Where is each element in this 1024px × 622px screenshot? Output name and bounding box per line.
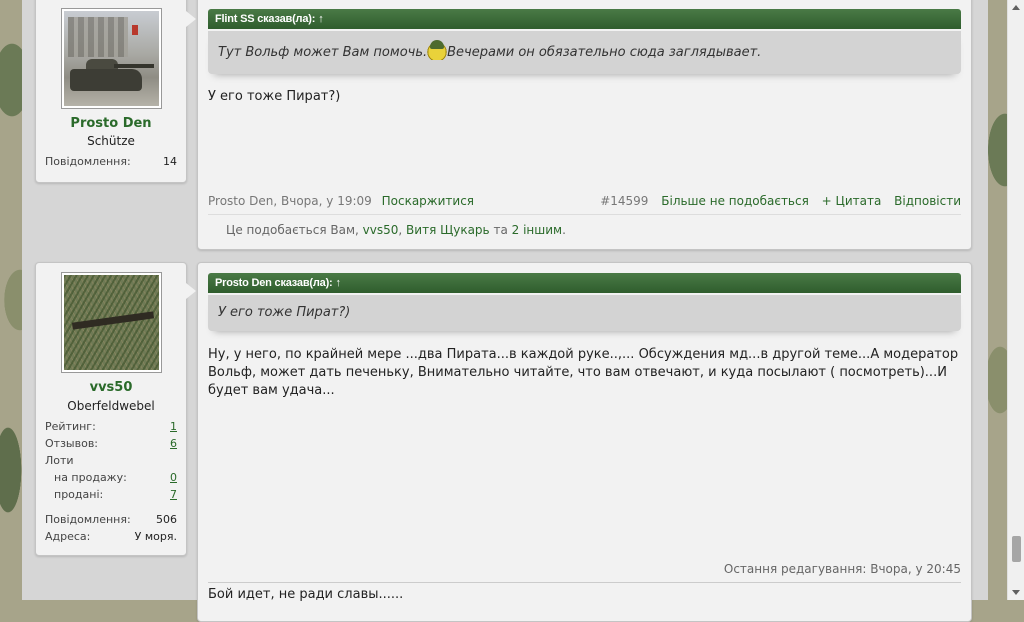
- stat-messages: Повідомлення: 506: [45, 513, 177, 526]
- rating-link[interactable]: 1: [170, 420, 177, 433]
- likes-others-link[interactable]: 2 іншим: [512, 223, 562, 237]
- scroll-down-icon[interactable]: [1012, 590, 1020, 595]
- reviews-link[interactable]: 6: [170, 437, 177, 450]
- user-rank: Schütze: [87, 134, 135, 148]
- user-card-prosto-den: Prosto Den Schütze Повідомлення: 14: [35, 0, 196, 183]
- stat-label: Повідомлення:: [45, 155, 131, 168]
- quote-header[interactable]: Prosto Den сказав(ла): ↑: [208, 273, 961, 293]
- avatar[interactable]: [61, 8, 162, 109]
- stat-label: Отзывов:: [45, 437, 99, 450]
- camo-rifle-avatar-image: [64, 275, 159, 370]
- post-message: Ну, у него, по крайней мере ...два Пират…: [208, 347, 959, 398]
- stat-label: Рейтинг:: [45, 420, 96, 433]
- stat-rating: Рейтинг: 1: [45, 420, 177, 433]
- post-author-date[interactable]: Prosto Den, Вчора, у 19:09: [208, 194, 372, 208]
- stat-lots: Лоти: [45, 454, 177, 467]
- stat-value: У моря.: [134, 530, 177, 543]
- stat-value: 14: [163, 155, 177, 168]
- last-edited-note: Остання редагування: Вчора, у 20:45: [723, 562, 961, 576]
- user-signature: Бой идет, не ради славы......: [208, 582, 961, 602]
- quote-body: Тут Вольф может Вам помочь. Вечерами он о…: [208, 31, 961, 74]
- likes-suffix: .: [562, 223, 566, 237]
- avatar[interactable]: [61, 272, 162, 373]
- post-meta: Prosto Den, Вчора, у 19:09 Поскаржитися …: [208, 194, 961, 208]
- stat-label: Адреса:: [45, 530, 91, 543]
- quote-header[interactable]: Flint SS сказав(ла): ↑: [208, 9, 961, 29]
- quote-author: Flint SS сказав(ла):: [215, 13, 316, 25]
- likes-summary: Це подобається Вам, vvs50, Витя Щукарь т…: [208, 214, 961, 245]
- stat-on-sale: на продажу: 0: [54, 471, 177, 484]
- scroll-up-icon[interactable]: [1012, 5, 1020, 10]
- like-user-vvs50[interactable]: vvs50: [363, 223, 399, 237]
- post-14599: Flint SS сказав(ла): ↑ Тут Вольф может Ва…: [197, 0, 972, 250]
- card-pointer: [186, 283, 196, 299]
- tank-avatar-image: [64, 11, 159, 106]
- page-scrollbar[interactable]: [1007, 0, 1024, 600]
- likes-middle: та: [493, 223, 508, 237]
- quote-text-2: Вечерами он обязательно сюда заглядывает…: [447, 45, 762, 60]
- post-number-link[interactable]: #14599: [600, 194, 648, 208]
- reply-link[interactable]: Відповісти: [894, 194, 961, 208]
- quote-text: У его тоже Пират?): [218, 305, 351, 320]
- report-link[interactable]: Поскаржитися: [382, 194, 474, 208]
- user-rank: Oberfeldwebel: [67, 399, 155, 413]
- sold-link[interactable]: 7: [170, 488, 177, 501]
- stat-reviews: Отзывов: 6: [45, 437, 177, 450]
- jump-to-quote-icon[interactable]: ↑: [318, 13, 324, 25]
- stat-label: на продажу:: [54, 471, 127, 484]
- quote-text-1: Тут Вольф может Вам помочь.: [218, 45, 428, 60]
- post-message: У его тоже Пират?): [208, 89, 341, 104]
- quote-link[interactable]: + Цитата: [822, 194, 882, 208]
- username-link[interactable]: vvs50: [36, 380, 186, 395]
- soldier-smiley-icon: [427, 40, 448, 60]
- on-sale-link[interactable]: 0: [170, 471, 177, 484]
- jump-to-quote-icon[interactable]: ↑: [336, 277, 342, 289]
- quote-body: У его тоже Пират?): [208, 295, 961, 331]
- scroll-thumb[interactable]: [1012, 536, 1021, 562]
- stat-sold: продані: 7: [54, 488, 177, 501]
- likes-prefix: Це подобається Вам,: [226, 223, 359, 237]
- quote-author: Prosto Den сказав(ла):: [215, 277, 333, 289]
- user-card-vvs50: vvs50 Oberfeldwebel Рейтинг: 1 Отзывов: …: [35, 262, 196, 556]
- username-link[interactable]: Prosto Den: [36, 116, 186, 131]
- stat-label: Повідомлення:: [45, 513, 131, 526]
- like-user-vitya[interactable]: Витя Щукарь: [406, 223, 490, 237]
- card-pointer: [186, 11, 196, 27]
- stat-value: 506: [156, 513, 177, 526]
- stat-address: Адреса: У моря.: [45, 530, 177, 543]
- unlike-link[interactable]: Більше не подобається: [661, 194, 809, 208]
- stat-messages: Повідомлення: 14: [45, 155, 177, 168]
- stat-label: продані:: [54, 488, 104, 501]
- stat-label: Лоти: [45, 454, 74, 467]
- post-vvs50: Prosto Den сказав(ла): ↑ У его тоже Пират…: [197, 262, 972, 622]
